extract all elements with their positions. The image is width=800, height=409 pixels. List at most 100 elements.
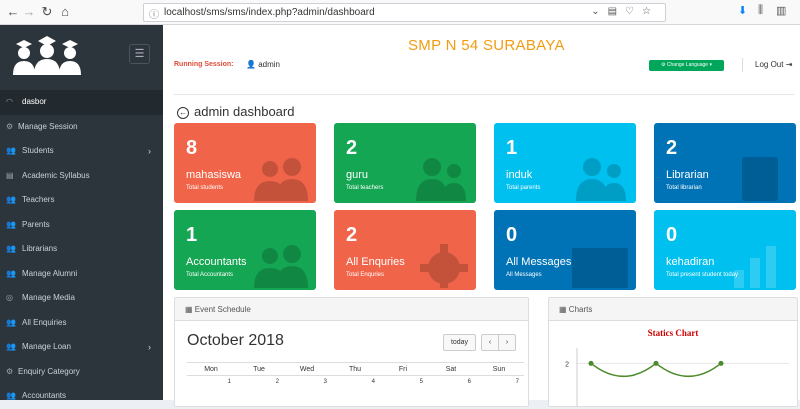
sidebar: ☰ ◠ dasbor ⚙ Manage Session 👥 Students › ▤ Acade… bbox=[0, 25, 163, 400]
calendar-day[interactable]: 5 bbox=[379, 379, 427, 385]
sidebar-item[interactable]: 👥 Librarians bbox=[0, 237, 163, 262]
data-point[interactable] bbox=[718, 360, 724, 366]
weekday-label: Sat bbox=[445, 366, 457, 373]
users-icon: 👥 bbox=[6, 342, 16, 351]
data-point[interactable] bbox=[588, 360, 594, 366]
user-icon bbox=[576, 158, 626, 201]
sidebar-item[interactable]: ◎ Manage Media bbox=[0, 286, 163, 311]
weekday-label: Fri bbox=[398, 366, 408, 373]
stat-subtitle: Total students bbox=[186, 185, 224, 191]
stat-tile[interactable]: 1 induk Total parents bbox=[494, 123, 636, 203]
stat-subtitle: Total librarian bbox=[666, 185, 702, 191]
chevron-right-icon: › bbox=[148, 342, 151, 352]
menu-toggle-button[interactable]: ☰ bbox=[129, 44, 150, 64]
globe-icon: ⚙ bbox=[661, 62, 666, 68]
stat-value: 1 bbox=[506, 137, 518, 159]
stat-subtitle: All Messages bbox=[506, 272, 542, 278]
gear-icon: ⚙ bbox=[6, 121, 14, 131]
sidebar-toggle-icon[interactable]: ▥ bbox=[776, 4, 786, 17]
user-icon: 👤 bbox=[246, 60, 256, 69]
download-icon[interactable]: ⬇ bbox=[738, 4, 747, 17]
stat-title: All Enquries bbox=[346, 256, 405, 268]
reload-icon[interactable]: ↻ bbox=[38, 3, 56, 21]
home-icon[interactable]: ⌂ bbox=[56, 3, 74, 21]
sidebar-item-label: Manage Alumni bbox=[22, 268, 78, 278]
logout-link[interactable]: Log Out ⇥ bbox=[755, 60, 792, 69]
school-logo bbox=[13, 36, 81, 75]
stat-subtitle: Total parents bbox=[506, 185, 541, 191]
sidebar-item-label: Teachers bbox=[22, 195, 55, 204]
sidebar-item[interactable]: 👥 Students › bbox=[0, 139, 163, 164]
logout-label: Log Out bbox=[755, 60, 784, 69]
main-content: SMP N 54 SURABAYA Running Session: 👤 adm… bbox=[163, 25, 800, 407]
user-icon bbox=[416, 158, 466, 201]
sidebar-item[interactable]: 👥 Parents bbox=[0, 213, 163, 238]
stat-tile[interactable]: 2 All Enquries Total Enquries bbox=[334, 210, 476, 290]
stat-tile[interactable]: 2 guru Total teachers bbox=[334, 123, 476, 203]
sidebar-item-label: Manage Session bbox=[18, 121, 78, 131]
stat-tile[interactable]: 8 mahasiswa Total students bbox=[174, 123, 316, 203]
stat-title: kehadiran bbox=[666, 256, 715, 268]
calendar-day[interactable]: 3 bbox=[283, 379, 331, 385]
stat-tile[interactable]: 0 All Messages All Messages bbox=[494, 210, 636, 290]
chevron-right-icon: › bbox=[148, 146, 151, 156]
logout-icon: ⇥ bbox=[785, 60, 793, 69]
users-icon bbox=[254, 158, 308, 201]
sidebar-item[interactable]: 👥 Teachers bbox=[0, 188, 163, 213]
calendar-day[interactable]: 7 bbox=[475, 379, 523, 385]
calendar-week-row: 1234567 bbox=[187, 376, 524, 396]
stat-tile[interactable]: 2 Librarian Total librarian bbox=[654, 123, 796, 203]
address-bar[interactable]: ⓘ localhost/sms/sms/index.php?admin/dash… bbox=[143, 3, 666, 22]
calendar-day[interactable]: 6 bbox=[427, 379, 475, 385]
sidebar-item-label: All Enquiries bbox=[22, 317, 67, 327]
next-month-button[interactable]: › bbox=[498, 334, 516, 351]
stat-value: 8 bbox=[186, 137, 198, 159]
header-divider bbox=[742, 58, 743, 72]
stat-title: Accountants bbox=[186, 256, 247, 268]
chart-title: Statics Chart bbox=[647, 328, 699, 338]
users-icon: 👥 bbox=[6, 195, 16, 204]
stat-title: induk bbox=[506, 169, 533, 181]
sidebar-item[interactable]: 👥 All Enquiries bbox=[0, 311, 163, 336]
sidebar-item[interactable]: ◠ dasbor bbox=[0, 90, 163, 115]
event-schedule-panel: ▦ Event Schedule October 2018 today ‹ › … bbox=[174, 297, 529, 407]
weekday-label: Wed bbox=[299, 366, 315, 373]
calendar-day[interactable]: 4 bbox=[331, 379, 379, 385]
library-icon[interactable]: ⫼ bbox=[758, 4, 763, 17]
statics-chart: 32 bbox=[565, 348, 789, 406]
sidebar-item[interactable]: 👥 Manage Alumni bbox=[0, 262, 163, 287]
url-text[interactable]: localhost/sms/sms/index.php?admin/dashbo… bbox=[164, 7, 375, 18]
school-name: SMP N 54 SURABAYA bbox=[408, 37, 565, 54]
data-point[interactable] bbox=[653, 360, 659, 366]
sidebar-item[interactable]: ⚙ Manage Session bbox=[0, 115, 163, 140]
calendar-day[interactable]: 2 bbox=[235, 379, 283, 385]
sidebar-item[interactable]: ⚙ Enquiry Category bbox=[0, 360, 163, 385]
calendar-month: October 2018 bbox=[187, 332, 284, 349]
prev-month-button[interactable]: ‹ bbox=[481, 334, 499, 351]
today-button[interactable]: today bbox=[443, 334, 476, 351]
charts-header: ▦ Charts bbox=[549, 298, 797, 321]
url-actions[interactable]: ⌄▤♡☆ bbox=[591, 6, 659, 17]
stat-tile[interactable]: 1 Accountants Total Accountants bbox=[174, 210, 316, 290]
sidebar-item-label: Manage Loan bbox=[22, 342, 71, 351]
sidebar-item[interactable]: 👥 Manage Loan › bbox=[0, 335, 163, 360]
weekday-label: Sun bbox=[492, 366, 506, 373]
forward-icon[interactable]: → bbox=[20, 3, 38, 21]
info-icon[interactable]: ⓘ bbox=[149, 6, 159, 21]
sidebar-item[interactable]: 👥 Accountants bbox=[0, 384, 163, 409]
stat-tile[interactable]: 0 kehadiran Total present student today bbox=[654, 210, 796, 290]
calendar-day[interactable]: 1 bbox=[187, 379, 235, 385]
sidebar-item-label: Accountants bbox=[22, 391, 67, 400]
stat-title: guru bbox=[346, 169, 369, 181]
stat-subtitle: Total Enquries bbox=[346, 272, 385, 278]
change-language-button[interactable]: ⚙ Change Language ▾ bbox=[649, 60, 724, 71]
stat-subtitle: Total Accountants bbox=[186, 272, 234, 278]
sidebar-item-label: Librarians bbox=[22, 244, 58, 253]
session-user[interactable]: 👤 admin bbox=[246, 60, 280, 69]
book-icon: ▤ bbox=[6, 170, 14, 180]
chart-icon: ▦ bbox=[559, 305, 567, 314]
sidebar-item-label: Enquiry Category bbox=[18, 366, 80, 376]
stat-title: Librarian bbox=[666, 169, 709, 181]
stat-value: 2 bbox=[666, 137, 678, 159]
sidebar-item[interactable]: ▤ Academic Syllabus bbox=[0, 164, 163, 189]
